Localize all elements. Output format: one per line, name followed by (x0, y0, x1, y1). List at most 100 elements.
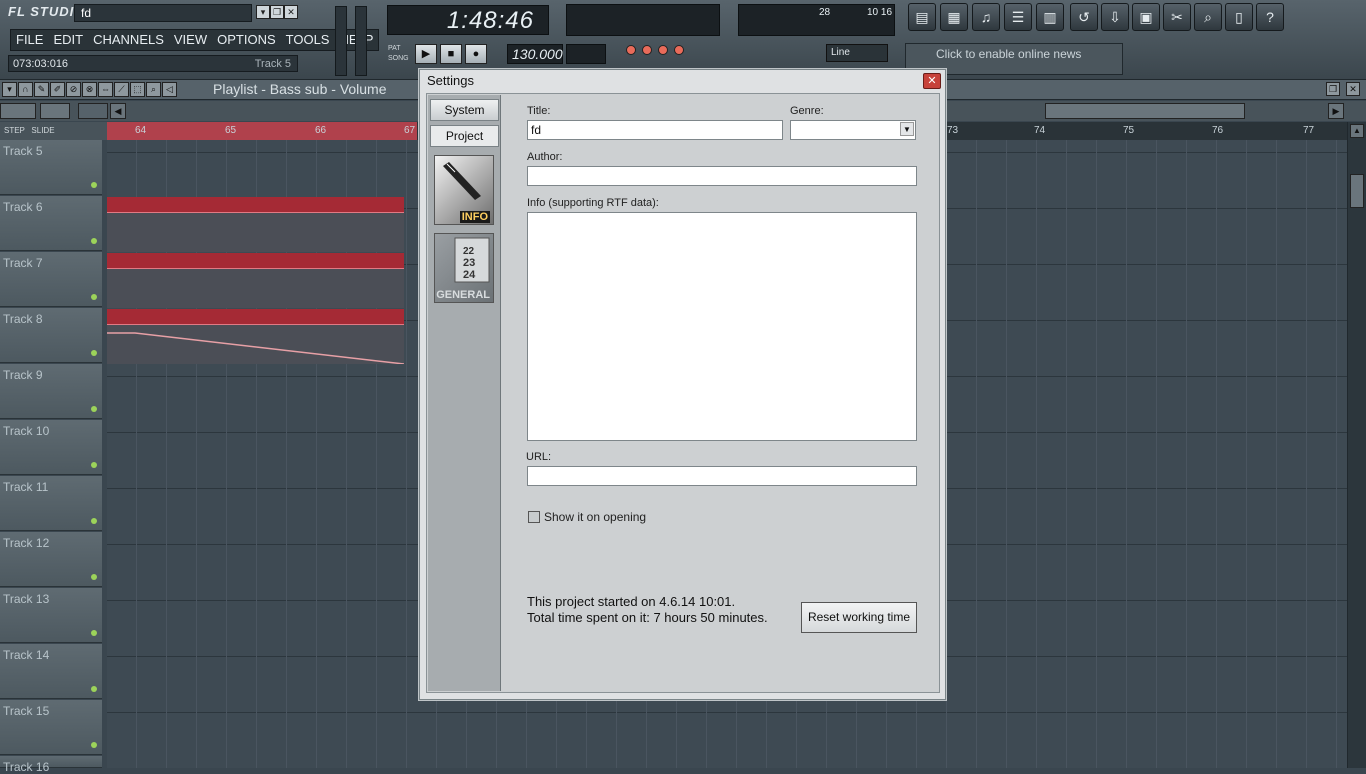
track-header[interactable]: Track 7 (0, 252, 102, 307)
menu-edit[interactable]: EDIT (48, 30, 88, 50)
play-button[interactable]: ▶ (415, 44, 437, 64)
track-led-icon[interactable] (91, 686, 97, 692)
metronome-icon[interactable] (626, 45, 636, 55)
song-time-display[interactable]: 1:48:46 (387, 5, 549, 35)
track-led-icon[interactable] (91, 462, 97, 468)
slide-label[interactable]: SLIDE (31, 126, 54, 135)
automation-clip[interactable] (107, 253, 404, 308)
project-info-icon[interactable]: ▯ (1225, 3, 1253, 31)
playlist-menu-icon[interactable]: ▾ (2, 82, 17, 97)
show-on-opening-label[interactable]: Show it on opening (544, 510, 646, 524)
save-icon[interactable]: ⇩ (1101, 3, 1129, 31)
track-led-icon[interactable] (91, 630, 97, 636)
automation-view-icon[interactable] (40, 103, 70, 119)
piano-roll-icon[interactable]: ♫ (972, 3, 1000, 31)
playlist-close-icon[interactable]: ✕ (1346, 82, 1360, 96)
pattern-selector[interactable] (566, 44, 606, 64)
record-button[interactable]: ● (465, 44, 487, 64)
scroll-up-icon[interactable]: ▲ (1350, 124, 1364, 138)
magnet-icon[interactable]: ∩ (18, 82, 33, 97)
track-header[interactable]: Track 8 (0, 308, 102, 363)
countdown-icon[interactable] (642, 45, 652, 55)
track-header[interactable]: Track 12 (0, 532, 102, 587)
pat-song-switch[interactable]: PAT SONG (388, 44, 409, 64)
restore-icon[interactable]: ❐ (270, 5, 284, 19)
mute-tool-icon[interactable]: ⊗ (82, 82, 97, 97)
delete-tool-icon[interactable]: ⊘ (66, 82, 81, 97)
clip-header[interactable] (107, 309, 404, 325)
step-sequencer-icon[interactable]: ▦ (940, 3, 968, 31)
tempo-display[interactable]: 130.000 (507, 44, 563, 64)
zoom-tool-icon[interactable]: ⌕ (146, 82, 161, 97)
track-led-icon[interactable] (91, 406, 97, 412)
track-led-icon[interactable] (91, 238, 97, 244)
track-header[interactable]: Track 9 (0, 364, 102, 419)
info-textarea[interactable] (527, 212, 917, 441)
playlist-view-icon[interactable]: ▤ (908, 3, 936, 31)
reset-working-time-button[interactable]: Reset working time (801, 602, 917, 633)
project-title-box[interactable]: fd (74, 4, 252, 22)
menu-tools[interactable]: TOOLS (281, 30, 335, 50)
author-input[interactable] (527, 166, 917, 186)
mixer-icon[interactable]: ▥ (1036, 3, 1064, 31)
track-header[interactable]: Track 15 (0, 700, 102, 755)
select-tool-icon[interactable]: ⬚ (130, 82, 145, 97)
master-volume-slider[interactable] (335, 6, 347, 76)
master-pitch-slider[interactable] (355, 6, 367, 76)
paint-tool-icon[interactable]: ✐ (50, 82, 65, 97)
snap-selector[interactable]: Line (826, 44, 888, 62)
info-section-icon[interactable]: INFO (434, 155, 494, 225)
menu-channels[interactable]: CHANNELS (88, 30, 169, 50)
tab-system[interactable]: System (430, 99, 499, 121)
track-header[interactable]: Track 10 (0, 420, 102, 475)
slice-tool-icon[interactable]: ⟋ (114, 82, 129, 97)
undo-icon[interactable]: ↺ (1070, 3, 1098, 31)
url-input[interactable] (527, 466, 917, 486)
menu-file[interactable]: FILE (11, 30, 48, 50)
track-led-icon[interactable] (91, 518, 97, 524)
automation-clip[interactable] (107, 197, 404, 252)
playback-tool-icon[interactable]: ◁ (162, 82, 177, 97)
render-icon[interactable]: ▣ (1132, 3, 1160, 31)
note-view-icon[interactable] (78, 103, 108, 119)
vertical-scroll-thumb[interactable] (1350, 174, 1364, 208)
menu-options[interactable]: OPTIONS (212, 30, 281, 50)
track-header[interactable]: Track 14 (0, 644, 102, 699)
cut-icon[interactable]: ✂ (1163, 3, 1191, 31)
loop-record-icon[interactable] (674, 45, 684, 55)
browser-icon[interactable]: ☰ (1004, 3, 1032, 31)
title-input[interactable]: fd (527, 120, 783, 140)
show-on-opening-checkbox[interactable] (528, 511, 540, 523)
automation-clip[interactable] (107, 309, 404, 364)
piano-view-icon[interactable] (0, 103, 36, 119)
track-header[interactable]: Track 16 (0, 756, 102, 774)
clip-header[interactable] (107, 197, 404, 213)
step-slide-toggle[interactable]: STEP SLIDE (0, 122, 107, 140)
track-led-icon[interactable] (91, 742, 97, 748)
genre-select[interactable]: ▼ (790, 120, 916, 140)
clip-header[interactable] (107, 253, 404, 269)
minimize-icon[interactable]: ▾ (256, 5, 270, 19)
track-led-icon[interactable] (91, 574, 97, 580)
dialog-close-icon[interactable]: ✕ (923, 73, 941, 89)
scroll-left-icon[interactable]: ◀ (110, 103, 126, 119)
general-section-icon[interactable]: 22 23 24 GENERAL (434, 233, 494, 303)
track-header[interactable]: Track 11 (0, 476, 102, 531)
track-led-icon[interactable] (91, 182, 97, 188)
menu-view[interactable]: VIEW (169, 30, 212, 50)
track-led-icon[interactable] (91, 294, 97, 300)
blend-notes-icon[interactable] (658, 45, 668, 55)
track-header[interactable]: Track 5 (0, 140, 102, 195)
slip-tool-icon[interactable]: ⇔ (98, 82, 113, 97)
search-icon[interactable]: ⌕ (1194, 3, 1222, 31)
tab-project[interactable]: Project (430, 125, 499, 147)
stop-button[interactable]: ■ (440, 44, 462, 64)
close-icon[interactable]: ✕ (284, 5, 298, 19)
draw-tool-icon[interactable]: ✎ (34, 82, 49, 97)
chevron-down-icon[interactable]: ▼ (900, 122, 914, 136)
vertical-scrollbar[interactable]: ▲ (1347, 122, 1366, 768)
track-header[interactable]: Track 13 (0, 588, 102, 643)
track-led-icon[interactable] (91, 350, 97, 356)
track-header[interactable]: Track 6 (0, 196, 102, 251)
scroll-thumb[interactable] (1045, 103, 1245, 119)
